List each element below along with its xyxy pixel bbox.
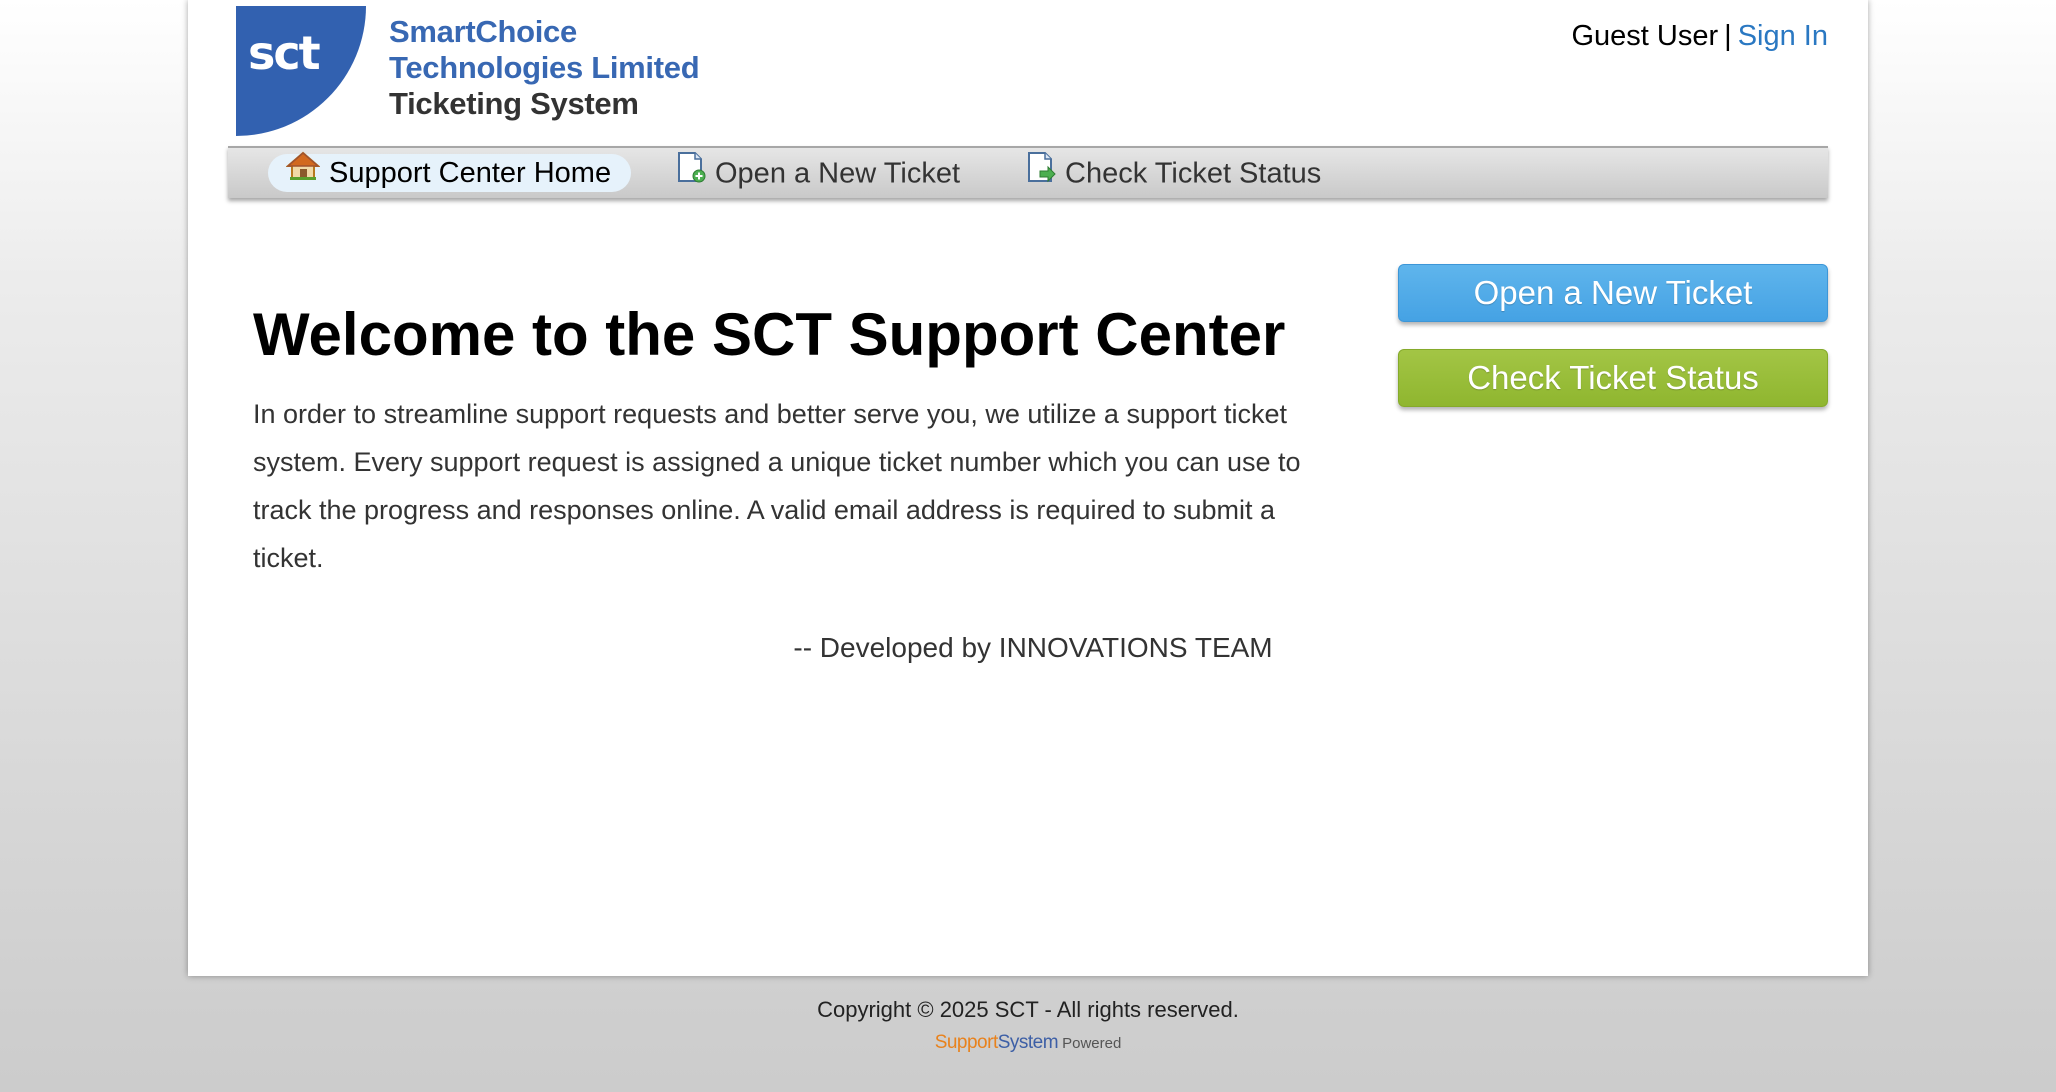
sct-logo[interactable]: sct (236, 6, 366, 136)
powered-system-text: System (997, 1032, 1059, 1053)
guest-user-label: Guest User (1571, 20, 1719, 52)
nav-label-ticket-status: Check Ticket Status (1065, 157, 1322, 190)
brand-name-line1: SmartChoice (389, 14, 577, 49)
brand-name-line2: Technologies Limited (389, 50, 700, 85)
developer-credit: -- Developed by INNOVATIONS TEAM (793, 632, 1273, 663)
home-icon (285, 151, 321, 191)
page-title: Welcome to the SCT Support Center (253, 301, 1286, 368)
nav-check-ticket-status[interactable]: Check Ticket Status (1026, 151, 1322, 193)
nav-support-center-home[interactable]: Support Center Home (268, 151, 632, 192)
powered-support-text: Support (934, 1032, 999, 1053)
system-name: Ticketing System (389, 86, 639, 121)
new-ticket-icon (676, 151, 706, 193)
main-nav: Support Center Home Open a New Ticket Ch… (228, 146, 1828, 198)
powered-by-logo[interactable]: SupportSystem Powered (0, 1032, 2056, 1054)
nav-label-new-ticket: Open a New Ticket (715, 157, 960, 190)
check-ticket-status-button[interactable]: Check Ticket Status (1398, 349, 1828, 407)
user-box: Guest User | Sign In (1571, 20, 1828, 53)
sign-in-link[interactable]: Sign In (1738, 20, 1828, 52)
nav-label-home: Support Center Home (329, 157, 612, 189)
logo-text: sct (248, 26, 321, 80)
powered-label: Powered (1062, 1035, 1122, 1052)
page-container: sct SmartChoice Technologies Limited Tic… (188, 0, 1868, 976)
footer-copyright: Copyright © 2025 SCT - All rights reserv… (817, 997, 1239, 1022)
intro-text: In order to streamline support requests … (253, 399, 1301, 573)
nav-open-new-ticket[interactable]: Open a New Ticket (676, 151, 960, 193)
open-new-ticket-button[interactable]: Open a New Ticket (1398, 264, 1828, 322)
user-separator: | (1724, 20, 1732, 52)
ticket-status-icon (1026, 151, 1056, 193)
